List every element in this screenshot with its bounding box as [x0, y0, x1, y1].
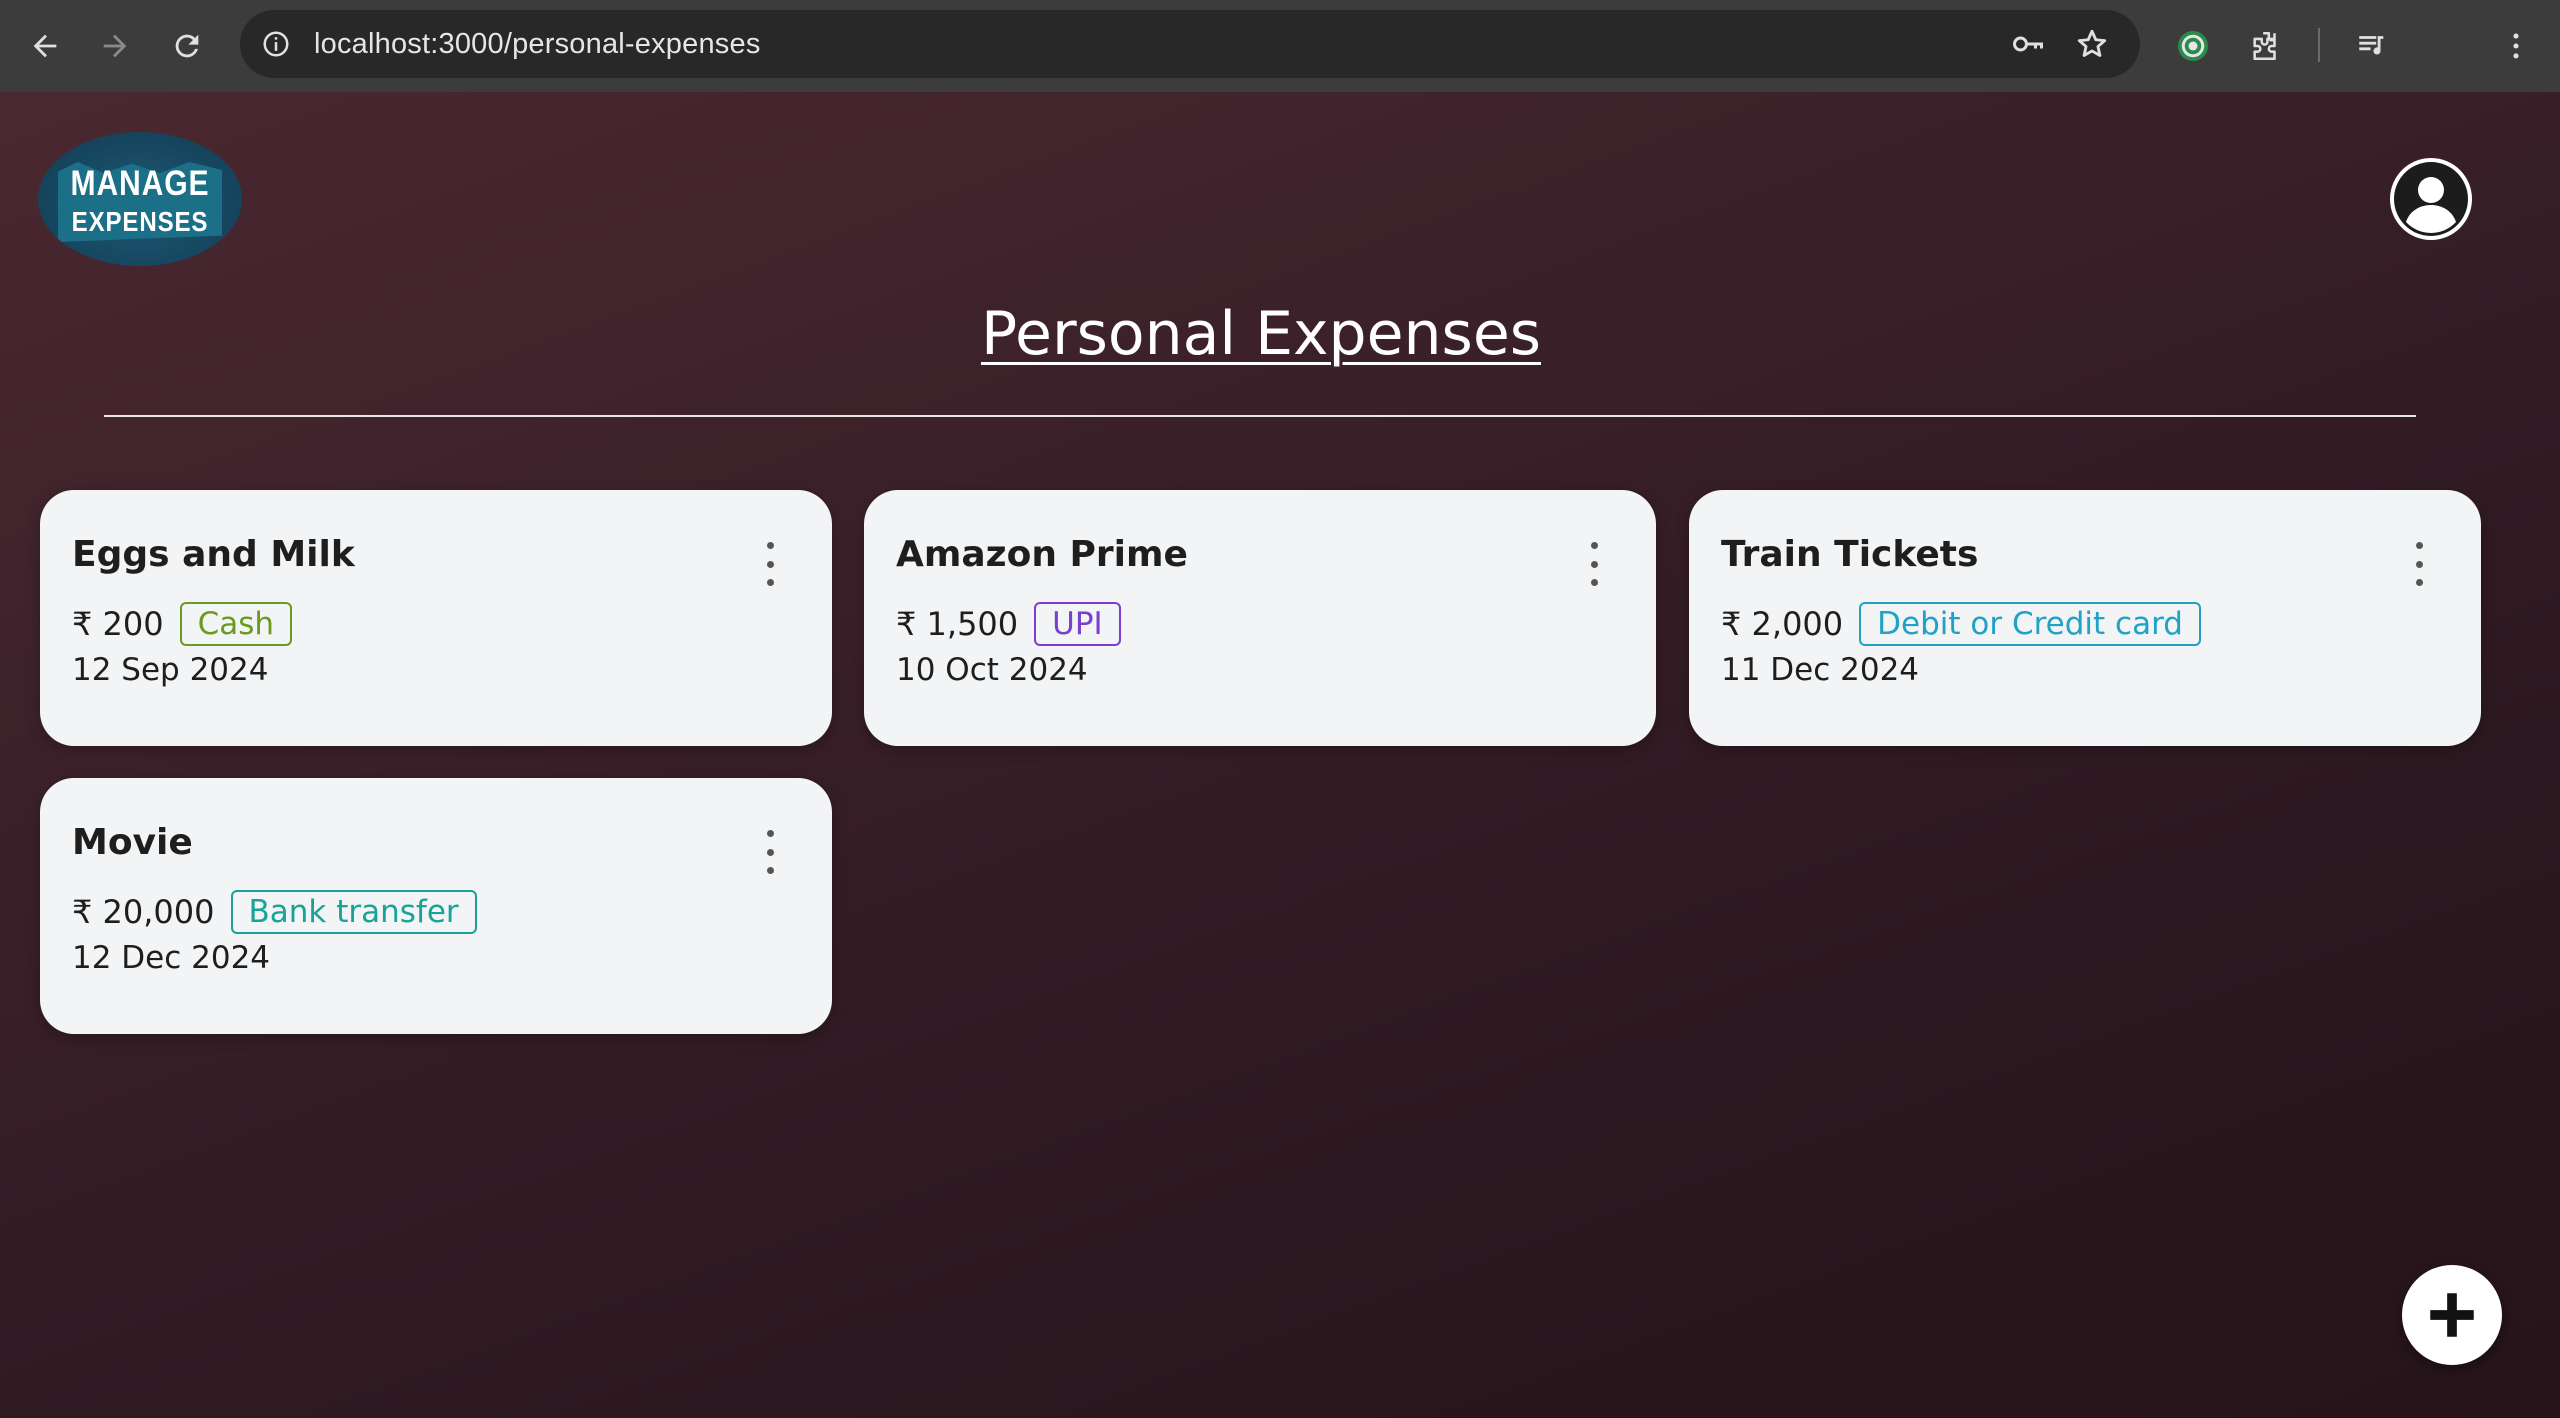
payment-method-badge: UPI	[1034, 602, 1121, 646]
payment-method-badge: Debit or Credit card	[1859, 602, 2201, 646]
title-divider	[104, 415, 2416, 417]
more-vertical-icon	[2415, 542, 2423, 549]
card-menu-button[interactable]	[1582, 542, 1606, 586]
expense-title: Train Tickets	[1721, 534, 1979, 575]
expense-amount: ₹ 20,000	[72, 893, 215, 931]
plus-icon	[2430, 1293, 2474, 1337]
expense-title: Eggs and Milk	[72, 534, 355, 575]
address-url[interactable]: localhost:3000/personal-expenses	[314, 10, 761, 78]
card-menu-button[interactable]	[2407, 542, 2431, 586]
app-logo[interactable]: MANAGE EXPENSES	[38, 132, 242, 266]
expense-card[interactable]: Amazon Prime ₹ 1,500 UPI 10 Oct 2024	[864, 490, 1656, 746]
address-bar[interactable]: localhost:3000/personal-expenses	[240, 10, 2140, 78]
expense-amount: ₹ 1,500	[896, 605, 1019, 643]
star-icon[interactable]	[2072, 24, 2112, 64]
forward-button[interactable]	[90, 21, 140, 71]
expense-title: Amazon Prime	[896, 534, 1188, 575]
toolbar-divider	[2318, 28, 2320, 62]
expense-amount-row: ₹ 200 Cash	[72, 602, 293, 646]
forward-arrow-icon	[103, 34, 127, 58]
info-icon[interactable]	[258, 26, 294, 62]
more-vertical-icon	[766, 542, 774, 549]
puzzle-icon[interactable]	[2242, 22, 2290, 70]
more-vertical-icon[interactable]	[2492, 22, 2540, 70]
payment-method-badge: Cash	[179, 602, 293, 646]
back-button[interactable]	[20, 21, 70, 71]
expense-amount-row: ₹ 2,000 Debit or Credit card	[1721, 602, 2201, 646]
expense-card[interactable]: Train Tickets ₹ 2,000 Debit or Credit ca…	[1689, 490, 2481, 746]
reload-icon	[175, 34, 199, 58]
more-vertical-icon	[1590, 542, 1598, 549]
expense-date: 12 Dec 2024	[72, 940, 271, 976]
logo-text-line2: EXPENSES	[71, 206, 209, 237]
page-content: MANAGE EXPENSES Personal Expenses Eggs a…	[0, 92, 2560, 1418]
logo-text-line1: MANAGE	[70, 164, 210, 203]
expense-date: 12 Sep 2024	[72, 652, 269, 688]
expense-amount: ₹ 2,000	[1721, 605, 1844, 643]
expense-title: Movie	[72, 822, 193, 863]
account-circle-icon	[2394, 162, 2468, 236]
expense-date: 11 Dec 2024	[1721, 652, 1920, 688]
expense-amount: ₹ 200	[72, 605, 164, 643]
expense-date: 10 Oct 2024	[896, 652, 1088, 688]
expense-card[interactable]: Movie ₹ 20,000 Bank transfer 12 Dec 2024	[40, 778, 832, 1034]
reload-button[interactable]	[162, 21, 212, 71]
back-arrow-icon	[33, 34, 57, 58]
expense-card[interactable]: Eggs and Milk ₹ 200 Cash 12 Sep 2024	[40, 490, 832, 746]
card-menu-button[interactable]	[758, 830, 782, 874]
expense-amount-row: ₹ 1,500 UPI	[896, 602, 1121, 646]
expense-amount-row: ₹ 20,000 Bank transfer	[72, 890, 477, 934]
page-title: Personal Expenses	[980, 299, 1541, 369]
extension-record-icon[interactable]	[2169, 22, 2217, 70]
key-icon[interactable]	[2008, 24, 2048, 64]
account-button[interactable]	[2390, 158, 2472, 240]
payment-method-badge: Bank transfer	[230, 890, 477, 934]
media-queue-icon[interactable]	[2348, 22, 2396, 70]
more-vertical-icon	[766, 830, 774, 837]
browser-toolbar: localhost:3000/personal-expenses	[0, 0, 2560, 92]
card-menu-button[interactable]	[758, 542, 782, 586]
add-expense-button[interactable]	[2402, 1265, 2502, 1365]
